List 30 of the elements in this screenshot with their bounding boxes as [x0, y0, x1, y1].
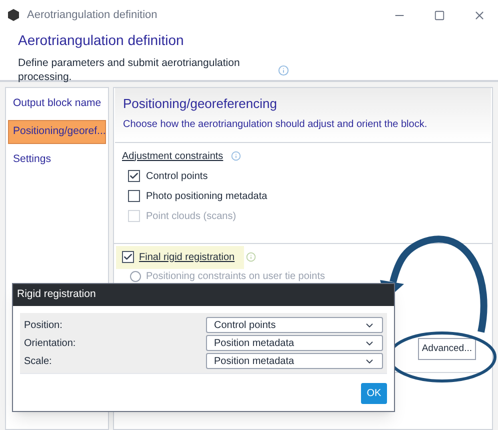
- checkbox[interactable]: [128, 170, 140, 182]
- checkbox-label: Final rigid registration: [139, 250, 235, 264]
- dialog-title: Rigid registration: [17, 287, 96, 302]
- checkbox-label: Photo positioning metadata: [146, 190, 268, 204]
- field-label: Orientation:: [24, 336, 76, 350]
- maximize-icon[interactable]: [434, 10, 445, 20]
- field-label: Scale:: [24, 354, 52, 368]
- sidebar-item[interactable]: Settings: [8, 148, 106, 172]
- dropdown[interactable]: Control points: [206, 317, 383, 333]
- header-description: Define parameters and submit aerotriangulation processing.: [18, 56, 241, 84]
- checkbox-label: Control points: [146, 170, 208, 184]
- advanced-button[interactable]: Advanced...: [418, 338, 476, 360]
- field-label: Position:: [24, 318, 62, 332]
- radio-button[interactable]: [130, 270, 141, 282]
- checkbox-label: Point clouds (scans): [146, 210, 236, 224]
- ok-button[interactable]: OK: [361, 383, 387, 404]
- section-label: Adjustment constraints: [122, 150, 224, 164]
- window-title: Aerotriangulation definition: [27, 8, 158, 23]
- header-title: Aerotriangulation definition: [18, 31, 185, 50]
- sidebar-item[interactable]: Output block name: [8, 92, 106, 116]
- panel-subtitle: Choose how the aerotriangulation should adjust and orient the block.: [123, 118, 428, 132]
- checkbox[interactable]: [128, 190, 140, 202]
- checkbox[interactable]: [122, 251, 134, 263]
- panel-title: Positioning/georeferencing: [123, 95, 278, 113]
- sidebar-item[interactable]: Positioning/georef...: [8, 120, 106, 144]
- dropdown[interactable]: Position metadata: [206, 335, 383, 351]
- app-logo-icon: [8, 9, 19, 21]
- close-icon[interactable]: [473, 8, 486, 22]
- radio-label: Positioning constraints on user tie points: [146, 270, 325, 284]
- dropdown[interactable]: Position metadata: [206, 353, 383, 369]
